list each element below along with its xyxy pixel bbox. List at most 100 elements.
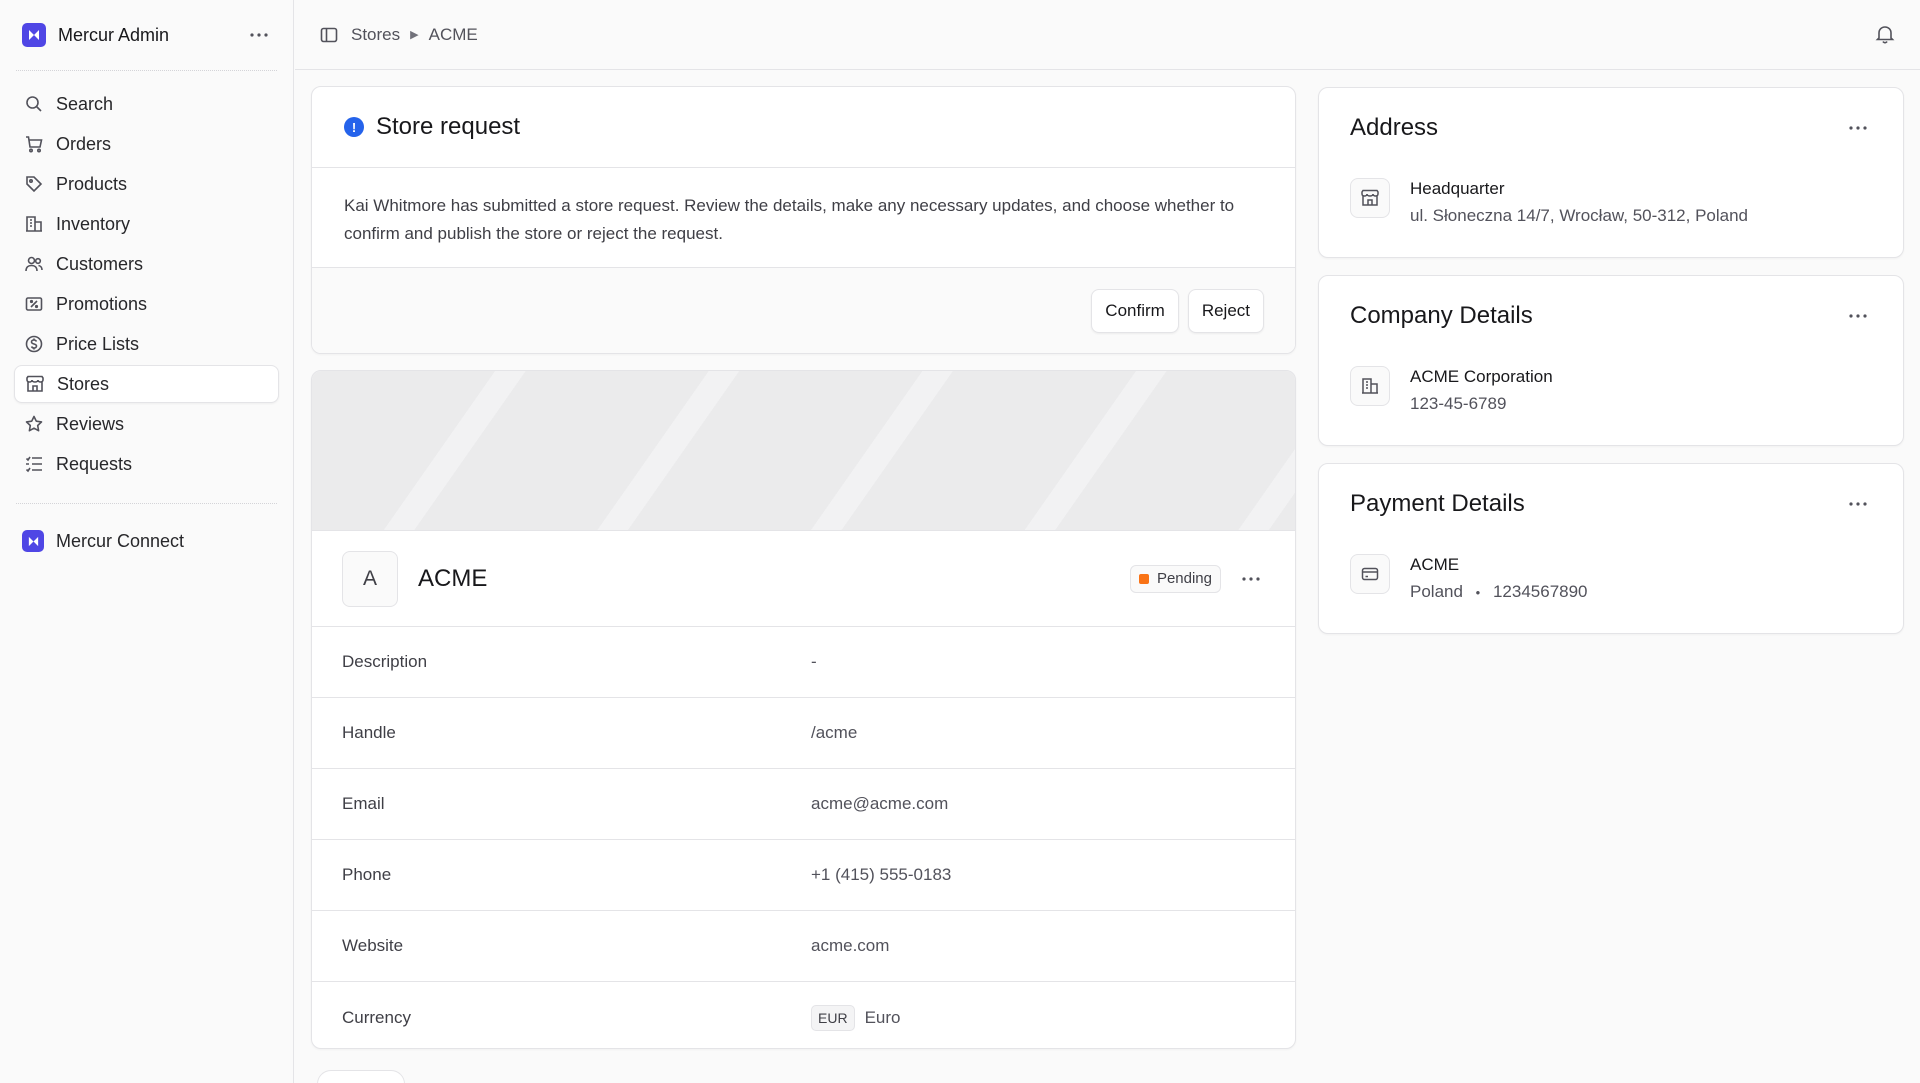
status-badge: Pending: [1129, 564, 1221, 593]
store-name: ACME: [418, 564, 488, 592]
address-line: ul. Słoneczna 14/7, Wrocław, 50-312, Pol…: [1410, 206, 1749, 225]
tag-icon: [24, 174, 44, 194]
table-row: Currency EUR Euro: [312, 982, 1295, 1048]
sidebar-item-label: Inventory: [56, 213, 131, 234]
sidebar-item-reviews[interactable]: Reviews: [14, 405, 279, 443]
company-item: ACME Corporation 123-45-6789: [1319, 356, 1903, 417]
sidebar-item-mercur-connect[interactable]: Mercur Connect: [14, 522, 279, 560]
receipt-percent-icon: [24, 294, 44, 314]
mercur-logo-icon: [22, 23, 46, 47]
store-banner: [312, 371, 1295, 531]
table-row: Description -: [312, 627, 1295, 698]
company-name: ACME Corporation: [1410, 367, 1553, 386]
currency-code-badge: EUR: [811, 1004, 855, 1031]
brand-row[interactable]: Mercur Admin: [0, 0, 293, 70]
company-more-icon[interactable]: [1844, 302, 1872, 330]
address-card: Address Headquarter ul. Słoneczna 14/7, …: [1318, 87, 1904, 258]
payment-item: ACME Poland • 1234567890: [1319, 544, 1903, 606]
breadcrumb: Stores ▶ ACME: [351, 25, 478, 45]
payment-account: 1234567890: [1492, 582, 1588, 601]
sidebar: Mercur Admin Search Orders Products Inve…: [0, 0, 294, 1083]
address-more-icon[interactable]: [1844, 114, 1872, 142]
brand-more-icon[interactable]: [247, 23, 271, 47]
field-label: Description: [342, 652, 428, 671]
store-header: A ACME Pending: [312, 531, 1295, 627]
company-number: 123-45-6789: [1410, 394, 1507, 413]
field-label: Currency: [342, 1007, 411, 1027]
sidebar-nav: Search Orders Products Inventory Custome…: [0, 71, 293, 483]
sidebar-item-label: Orders: [56, 133, 112, 154]
field-value: +1 (415) 555-0183: [811, 865, 952, 884]
sidebar-item-search[interactable]: Search: [14, 85, 279, 123]
payment-details-card: Payment Details ACME Poland • 1234567890: [1318, 463, 1904, 634]
search-icon: [24, 94, 44, 114]
store-request-actions: Confirm Reject: [312, 268, 1295, 353]
sidebar-item-label: Reviews: [56, 413, 125, 434]
table-row: Website acme.com: [312, 911, 1295, 982]
bell-icon[interactable]: [1874, 23, 1896, 45]
field-label: Handle: [342, 723, 396, 742]
currency-name: Euro: [864, 1007, 901, 1027]
store-icon: [25, 374, 45, 394]
next-section-stub: [317, 1070, 405, 1083]
sidebar-item-price-lists[interactable]: Price Lists: [14, 325, 279, 363]
sidebar-item-promotions[interactable]: Promotions: [14, 285, 279, 323]
breadcrumb-stores[interactable]: Stores: [351, 25, 400, 45]
currency-dollar-icon: [24, 334, 44, 354]
address-header: Address: [1319, 88, 1903, 168]
store-request-card: ! Store request Kai Whitmore has submitt…: [311, 86, 1296, 354]
field-value: acme.com: [811, 936, 890, 955]
payment-country: Poland: [1410, 582, 1463, 601]
field-value: /acme: [811, 723, 858, 742]
address-name: Headquarter: [1410, 179, 1505, 198]
users-icon: [24, 254, 44, 274]
credit-card-icon: [1350, 554, 1390, 594]
store-icon: [1350, 178, 1390, 218]
breadcrumb-separator-icon: ▶: [410, 29, 419, 41]
sidebar-item-label: Customers: [56, 253, 144, 274]
sidebar-item-label: Price Lists: [56, 333, 140, 354]
table-row: Handle /acme: [312, 698, 1295, 769]
breadcrumb-current: ACME: [428, 24, 478, 44]
sidebar-item-label: Promotions: [56, 293, 148, 314]
field-label: Email: [342, 794, 385, 813]
company-details-card: Company Details ACME Corporation 123-45-…: [1318, 275, 1904, 446]
sidebar-item-stores[interactable]: Stores: [14, 365, 279, 403]
sidebar-item-orders[interactable]: Orders: [14, 125, 279, 163]
payment-header: Payment Details: [1319, 464, 1903, 544]
company-title: Company Details: [1350, 302, 1533, 329]
field-value: acme@acme.com: [811, 794, 949, 813]
list-checkbox-icon: [24, 454, 44, 474]
sidebar-item-requests[interactable]: Requests: [14, 445, 279, 483]
confirm-button[interactable]: Confirm: [1091, 289, 1179, 333]
sidebar-item-inventory[interactable]: Inventory: [14, 205, 279, 243]
field-value: EUR Euro: [811, 1004, 901, 1031]
store-request-message: Kai Whitmore has submitted a store reque…: [312, 168, 1295, 268]
field-label: Website: [342, 936, 404, 955]
store-more-icon[interactable]: [1237, 565, 1265, 593]
sidebar-item-label: Products: [56, 173, 128, 194]
sidebar-toggle-icon[interactable]: [319, 25, 339, 45]
divider: [16, 503, 277, 504]
sidebar-item-label: Search: [56, 93, 114, 114]
address-title: Address: [1350, 114, 1439, 141]
sidebar-item-label: Requests: [56, 453, 133, 474]
store-request-title: Store request: [376, 113, 521, 140]
sidebar-item-customers[interactable]: Customers: [14, 245, 279, 283]
payment-title: Payment Details: [1350, 490, 1525, 517]
field-value: -: [811, 652, 817, 671]
reject-button[interactable]: Reject: [1187, 289, 1264, 333]
payment-more-icon[interactable]: [1844, 490, 1872, 518]
address-item: Headquarter ul. Słoneczna 14/7, Wrocław,…: [1319, 168, 1903, 229]
mercur-connect-logo-icon: [22, 530, 44, 552]
cart-icon: [24, 134, 44, 154]
store-details-card: A ACME Pending Description - Handle /acm…: [311, 370, 1296, 1049]
table-row: Phone +1 (415) 555-0183: [312, 840, 1295, 911]
building-icon: [1350, 366, 1390, 406]
sidebar-item-products[interactable]: Products: [14, 165, 279, 203]
connect-label: Mercur Connect: [56, 530, 185, 551]
building-icon: [24, 214, 44, 234]
company-header: Company Details: [1319, 276, 1903, 356]
payment-name: ACME: [1410, 555, 1460, 574]
status-label: Pending: [1156, 570, 1212, 587]
